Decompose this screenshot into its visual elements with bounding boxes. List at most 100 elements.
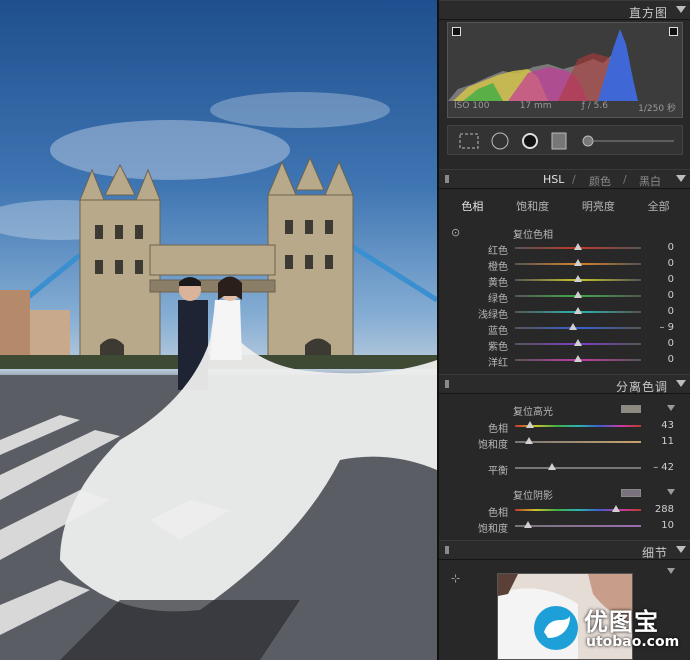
split-toning-header[interactable]: 分离色调 <box>439 374 690 394</box>
reset-hue-label[interactable]: 复位色相 <box>513 226 553 241</box>
hsl-slider-knob[interactable] <box>574 291 582 298</box>
hsl-slider[interactable]: 橙色 0 <box>439 256 690 273</box>
collapse-triangle-icon[interactable] <box>676 546 686 553</box>
hsl-slider[interactable]: 蓝色 – 9 <box>439 320 690 337</box>
hsl-slider-knob[interactable] <box>574 275 582 282</box>
hsl-slider[interactable]: 浅绿色 0 <box>439 304 690 321</box>
balance-slider-label: 平衡 <box>488 466 508 477</box>
hsl-slider[interactable]: 红色 0 <box>439 240 690 257</box>
shadow-hue-slider-value: 288 <box>654 504 674 515</box>
histogram-header[interactable]: 直方图 <box>439 0 690 20</box>
shadow-hue-slider-track[interactable] <box>515 505 641 512</box>
highlight-hue-slider[interactable]: 色相 43 <box>439 418 690 435</box>
hsl-tab-color[interactable]: 颜色 <box>589 173 611 189</box>
hsl-tab-hsl[interactable]: HSL <box>543 173 564 186</box>
highlight-saturation-slider-value: 11 <box>661 436 674 447</box>
hsl-slider-track[interactable] <box>515 275 641 282</box>
collapse-triangle-icon[interactable] <box>676 380 686 387</box>
highlight-saturation-slider-knob[interactable] <box>524 437 533 444</box>
tool-icons <box>459 132 674 150</box>
detail-menu-icon[interactable] <box>667 568 675 574</box>
balance-slider[interactable]: 平衡 – 42 <box>439 460 690 477</box>
hsl-slider-track[interactable] <box>515 355 641 362</box>
shutter-value: 1/250 秒 <box>638 104 676 114</box>
hsl-slider-label: 橙色 <box>488 262 508 273</box>
photo-illustration <box>0 92 437 660</box>
panel-toggle-icon[interactable] <box>445 175 449 183</box>
highlight-hue-slider-value: 43 <box>661 420 674 431</box>
hsl-slider-value: 0 <box>667 338 674 349</box>
balance-slider-knob[interactable] <box>547 463 556 470</box>
highlight-hue-slider-knob[interactable] <box>526 421 535 428</box>
hsl-slider-track[interactable] <box>515 339 641 346</box>
develop-panel: 直方图 ISO 100 17 mm ƒ / 5.6 1/250 秒 HSL / … <box>437 0 690 660</box>
highlight-saturation-slider[interactable]: 饱和度 11 <box>439 434 690 451</box>
hsl-tab-bw[interactable]: 黑白 <box>639 173 661 189</box>
shadow-hue-slider-label: 色相 <box>488 508 508 519</box>
hsl-slider[interactable]: 黄色 0 <box>439 272 690 289</box>
graduated-filter-icon <box>551 132 567 150</box>
panel-toggle-icon[interactable] <box>445 546 449 554</box>
hsl-slider-track[interactable] <box>515 291 641 298</box>
hsl-slider-label: 红色 <box>488 246 508 257</box>
detail-target-icon[interactable]: ⊹ <box>451 572 460 585</box>
hsl-slider[interactable]: 紫色 0 <box>439 336 690 353</box>
hsl-slider-label: 蓝色 <box>488 326 508 337</box>
hsl-slider-value: 0 <box>667 242 674 253</box>
hsl-slider-knob[interactable] <box>574 339 582 346</box>
reset-highlights-label[interactable]: 复位高光 <box>513 403 553 418</box>
hsl-slider-knob[interactable] <box>574 307 582 314</box>
subtab-all[interactable]: 全部 <box>648 194 670 216</box>
hsl-slider-knob[interactable] <box>574 243 582 250</box>
hsl-slider-value: 0 <box>667 290 674 301</box>
hsl-header[interactable]: HSL / 颜色 / 黑白 <box>439 169 690 189</box>
shadow-hue-slider-knob[interactable] <box>611 505 620 512</box>
exif-info: ISO 100 17 mm ƒ / 5.6 1/250 秒 <box>448 101 682 114</box>
subtab-luminance[interactable]: 明亮度 <box>582 194 615 216</box>
focal-length-value: 17 mm <box>519 101 552 111</box>
highlight-hue-slider-track[interactable] <box>515 421 641 428</box>
hsl-slider-track[interactable] <box>515 259 641 266</box>
hsl-slider-knob[interactable] <box>574 355 582 362</box>
hsl-sep-1: / <box>572 173 576 186</box>
hsl-sep-2: / <box>623 173 627 186</box>
hsl-slider-label: 紫色 <box>488 342 508 353</box>
subtab-saturation[interactable]: 饱和度 <box>516 194 549 216</box>
highlight-menu-icon[interactable] <box>667 405 675 411</box>
hsl-slider[interactable]: 洋红 0 <box>439 352 690 369</box>
hsl-slider-value: 0 <box>667 354 674 365</box>
shadow-menu-icon[interactable] <box>667 489 675 495</box>
watermark: 优图宝 utobao.com <box>534 602 684 654</box>
shadow-saturation-slider-value: 10 <box>661 520 674 531</box>
shadow-hue-slider[interactable]: 色相 288 <box>439 502 690 519</box>
shadow-color-swatch[interactable] <box>621 489 641 497</box>
histogram[interactable]: ISO 100 17 mm ƒ / 5.6 1/250 秒 <box>447 22 683 118</box>
hsl-slider[interactable]: 绿色 0 <box>439 288 690 305</box>
shadow-saturation-slider-track[interactable] <box>515 521 641 528</box>
hsl-slider-label: 绿色 <box>488 294 508 305</box>
collapse-triangle-icon[interactable] <box>676 6 686 13</box>
hsl-slider-label: 黄色 <box>488 278 508 289</box>
subtab-hue[interactable]: 色相 <box>461 194 483 216</box>
shadow-saturation-slider-knob[interactable] <box>523 521 532 528</box>
crop-icon <box>459 133 479 149</box>
hsl-slider-knob[interactable] <box>568 323 577 330</box>
detail-header[interactable]: 细节 <box>439 540 690 560</box>
shadow-saturation-slider[interactable]: 饱和度 10 <box>439 518 690 535</box>
hsl-slider-knob[interactable] <box>574 259 582 266</box>
watermark-cn: 优图宝 <box>584 608 659 636</box>
hsl-slider-label: 洋红 <box>488 358 508 369</box>
histogram-graph <box>448 29 638 101</box>
balance-slider-track[interactable] <box>515 463 641 470</box>
hsl-slider-value: – 9 <box>659 322 674 333</box>
collapse-triangle-icon[interactable] <box>676 175 686 182</box>
highlight-saturation-slider-track[interactable] <box>515 437 641 444</box>
reset-shadows-label[interactable]: 复位阴影 <box>513 487 553 502</box>
hsl-slider-track[interactable] <box>515 323 641 330</box>
target-adjust-icon[interactable]: ⊙ <box>451 226 460 239</box>
photo-canvas[interactable] <box>0 0 437 660</box>
panel-toggle-icon[interactable] <box>445 380 449 388</box>
highlight-color-swatch[interactable] <box>621 405 641 413</box>
hsl-slider-track[interactable] <box>515 243 641 250</box>
hsl-slider-track[interactable] <box>515 307 641 314</box>
